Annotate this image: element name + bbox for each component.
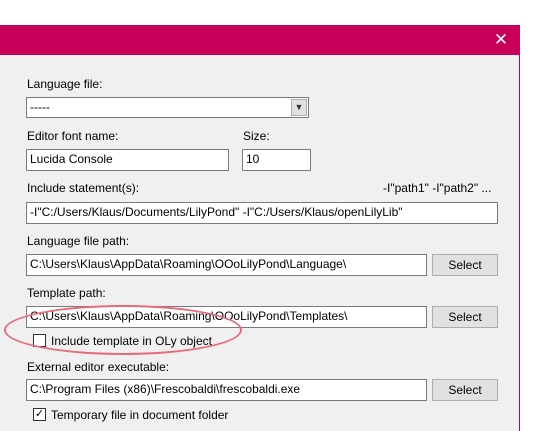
language-path-label: Language file path: (27, 234, 130, 248)
temp-file-label[interactable]: Temporary file in document folder (51, 408, 228, 422)
editor-executable-label: External editor executable: (27, 360, 170, 374)
include-statements-hint: -I"path1" -I"path2" ... (383, 181, 492, 195)
title-bar: ✕ (0, 25, 520, 55)
check-icon: ✓ (34, 408, 45, 420)
language-file-value: ----- (30, 100, 50, 114)
language-file-label: Language file: (27, 77, 103, 91)
editor-font-input[interactable]: Lucida Console (26, 149, 229, 171)
language-path-select-button[interactable]: Select (432, 254, 498, 276)
language-path-input[interactable]: C:\Users\Klaus\AppData\Roaming\OOoLilyPo… (26, 254, 427, 276)
include-statements-label: Include statement(s): (27, 181, 140, 195)
chevron-down-icon[interactable]: ▼ (291, 99, 307, 116)
template-path-select-button[interactable]: Select (432, 306, 498, 328)
language-file-combobox[interactable]: ----- ▼ (26, 97, 309, 118)
temp-file-checkbox[interactable]: ✓ (33, 408, 46, 421)
editor-executable-input[interactable]: C:\Program Files (x86)\Frescobaldi\fresc… (26, 379, 427, 401)
highlight-ellipse (4, 305, 242, 355)
template-path-label: Template path: (27, 286, 106, 300)
size-input[interactable]: 10 (242, 149, 311, 171)
editor-font-label: Editor font name: (27, 129, 119, 143)
close-icon[interactable]: ✕ (492, 31, 510, 49)
size-label: Size: (243, 129, 270, 143)
editor-executable-select-button[interactable]: Select (432, 379, 498, 401)
include-statements-input[interactable]: -I"C:/Users/Klaus/Documents/LilyPond" -I… (26, 202, 498, 224)
